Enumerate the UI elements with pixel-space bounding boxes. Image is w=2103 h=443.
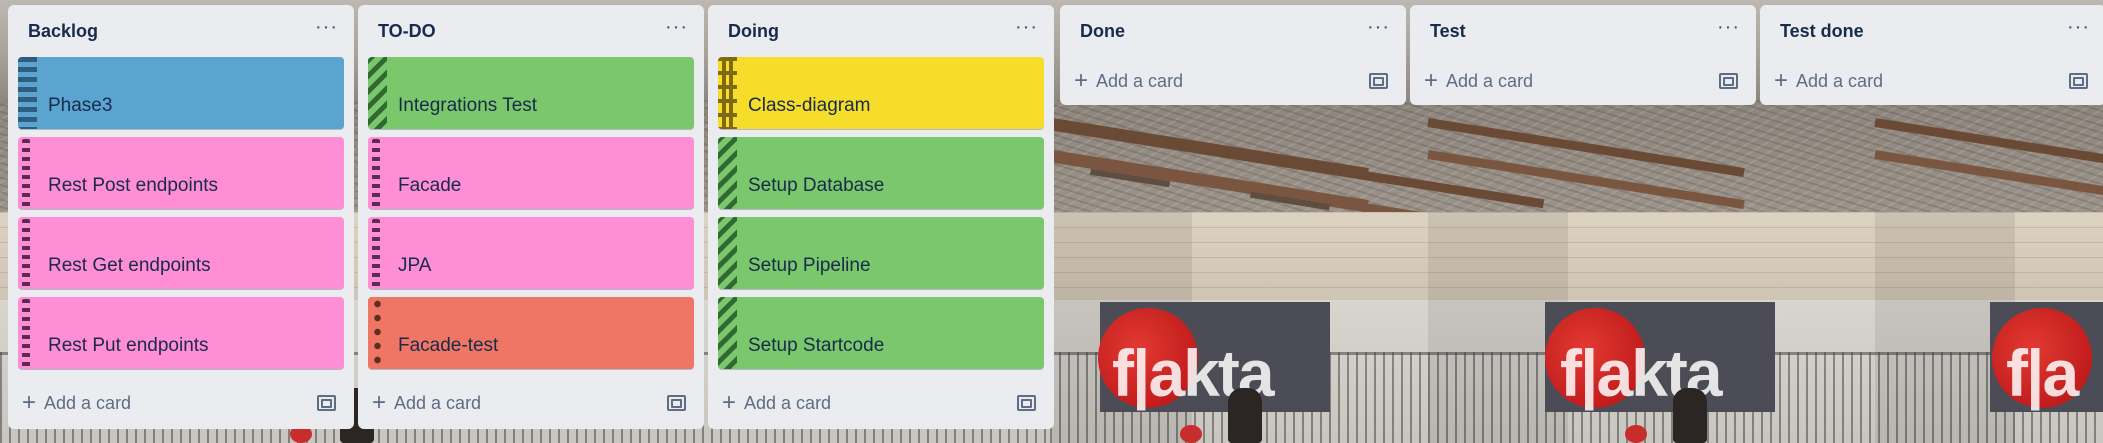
card-title: JPA [398,255,432,277]
add-card-label: Add a card [744,392,832,413]
card-title: Facade-test [398,335,499,357]
card-title: Facade [398,175,462,197]
list-header: Test done ··· [1760,5,2103,57]
card-label-stripe [718,297,737,369]
list-title[interactable]: Done [1080,21,1125,42]
list-title[interactable]: TO-DO [378,21,436,42]
add-card-label: Add a card [1796,70,1884,91]
card-template-icon[interactable] [2069,73,2088,89]
card-template-icon[interactable] [1719,73,1738,89]
add-card-button[interactable]: + Add a card [722,391,831,415]
card[interactable]: Setup Startcode [718,297,1044,369]
card-label-stripe [368,57,387,129]
card-label-stripe [368,137,387,209]
list-doing: Doing ··· Class-diagram Setup Database S… [708,5,1054,429]
card-template-icon[interactable] [317,395,336,411]
list-title[interactable]: Test done [1780,21,1864,42]
plus-icon: + [1074,67,1089,94]
list-footer: + Add a card [708,377,1054,429]
card-label-stripe [368,297,387,369]
board: Backlog ··· Phase3 Rest Post endpoints R… [0,0,2103,443]
card[interactable]: Rest Put endpoints [18,297,344,369]
more-icon[interactable]: ··· [1015,17,1038,45]
add-card-label: Add a card [44,392,132,413]
card[interactable]: Facade [368,137,694,209]
list-footer: + Add a card [1760,57,2103,105]
add-card-label: Add a card [394,392,482,413]
list-backlog: Backlog ··· Phase3 Rest Post endpoints R… [8,5,354,429]
card[interactable]: JPA [368,217,694,289]
card-label-stripe [718,217,737,289]
plus-icon: + [372,389,387,416]
card[interactable]: Setup Database [718,137,1044,209]
plus-icon: + [1774,67,1789,94]
list-footer: + Add a card [358,377,704,429]
card[interactable]: Class-diagram [718,57,1044,129]
card[interactable]: Integrations Test [368,57,694,129]
card-label-stripe [718,57,737,129]
add-card-button[interactable]: + Add a card [1774,69,1883,93]
list-title[interactable]: Test [1430,21,1466,42]
list-header: Done ··· [1060,5,1406,57]
card-title: Setup Pipeline [748,255,871,277]
card-label-stripe [718,137,737,209]
plus-icon: + [722,389,737,416]
card-label-stripe [18,217,37,289]
list-header: TO-DO ··· [358,5,704,57]
card-title: Class-diagram [748,95,871,117]
list-header: Test ··· [1410,5,1756,57]
list-test: Test ··· + Add a card [1410,5,1756,105]
list-test-done: Test done ··· + Add a card [1760,5,2103,105]
more-icon[interactable]: ··· [1717,17,1740,45]
card-template-icon[interactable] [1369,73,1388,89]
add-card-label: Add a card [1096,70,1184,91]
add-card-button[interactable]: + Add a card [1074,69,1183,93]
list-header: Backlog ··· [8,5,354,57]
list-done: Done ··· + Add a card [1060,5,1406,105]
list-header: Doing ··· [708,5,1054,57]
card-label-stripe [368,217,387,289]
card-title: Rest Put endpoints [48,335,209,357]
card-list: Class-diagram Setup Database Setup Pipel… [708,57,1054,369]
add-card-label: Add a card [1446,70,1534,91]
add-card-button[interactable]: + Add a card [22,391,131,415]
more-icon[interactable]: ··· [315,17,338,45]
card-list: Phase3 Rest Post endpoints Rest Get endp… [8,57,354,369]
card[interactable]: Facade-test [368,297,694,369]
card-label-stripe [18,57,37,129]
card-title: Phase3 [48,95,113,117]
card[interactable]: Rest Get endpoints [18,217,344,289]
card-title: Rest Post endpoints [48,175,219,197]
list-to-do: TO-DO ··· Integrations Test Facade JPA F… [358,5,704,429]
list-footer: + Add a card [1410,57,1756,105]
card[interactable]: Setup Pipeline [718,217,1044,289]
more-icon[interactable]: ··· [665,17,688,45]
plus-icon: + [22,389,37,416]
list-footer: + Add a card [8,377,354,429]
add-card-button[interactable]: + Add a card [1424,69,1533,93]
card-label-stripe [18,137,37,209]
card-label-stripe [18,297,37,369]
plus-icon: + [1424,67,1439,94]
list-title[interactable]: Doing [728,21,779,42]
add-card-button[interactable]: + Add a card [372,391,481,415]
card-title: Setup Database [748,175,885,197]
card-title: Setup Startcode [748,335,885,357]
card-title: Integrations Test [398,95,538,117]
list-footer: + Add a card [1060,57,1406,105]
more-icon[interactable]: ··· [1367,17,1390,45]
card[interactable]: Phase3 [18,57,344,129]
card-template-icon[interactable] [1017,395,1036,411]
card-title: Rest Get endpoints [48,255,211,277]
card[interactable]: Rest Post endpoints [18,137,344,209]
card-list: Integrations Test Facade JPA Facade-test [358,57,704,369]
list-title[interactable]: Backlog [28,21,98,42]
card-template-icon[interactable] [667,395,686,411]
more-icon[interactable]: ··· [2067,17,2090,45]
